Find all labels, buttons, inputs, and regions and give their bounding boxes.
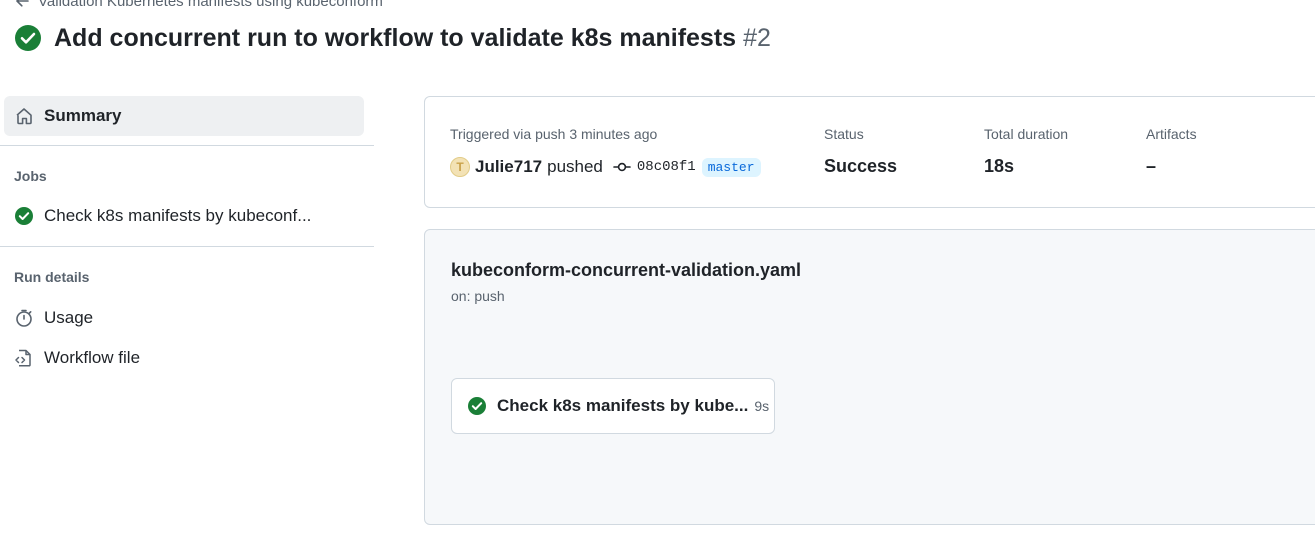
run-details-heading: Run details: [14, 269, 90, 285]
run-number: #2: [743, 23, 771, 52]
back-link[interactable]: Validation Kubernetes manifests using ku…: [14, 0, 383, 11]
commit-sha-link[interactable]: 08c08f1: [637, 159, 696, 175]
workflow-file-name: kubeconform-concurrent-validation.yaml: [451, 260, 802, 280]
duration-label: Total duration: [984, 126, 1069, 142]
job-name: Check k8s manifests by kube...: [497, 396, 749, 415]
avatar[interactable]: T: [450, 157, 470, 177]
sidebar-item-label: Usage: [44, 308, 94, 327]
sidebar-item-job[interactable]: Check k8s manifests by kubeconf...: [14, 204, 311, 228]
back-link-label: Validation Kubernetes manifests using ku…: [38, 0, 383, 10]
sidebar-item-summary[interactable]: Summary: [4, 96, 364, 136]
sidebar-divider: [0, 246, 374, 247]
artifacts-value: –: [1146, 156, 1157, 176]
sidebar-item-usage[interactable]: Usage: [14, 306, 93, 330]
sidebar-item-label: Check k8s manifests by kubeconf...: [44, 206, 312, 225]
git-commit-icon: [613, 161, 631, 173]
trigger-details: T Julie717 pushed 08c08f1 master: [450, 155, 761, 179]
workflow-graph: kubeconform-concurrent-validation.yaml o…: [424, 229, 1315, 525]
artifacts-label: Artifacts: [1146, 126, 1197, 142]
check-circle-icon: [14, 24, 42, 52]
actor-link[interactable]: Julie717: [475, 157, 542, 177]
stopwatch-icon: [16, 309, 32, 327]
sidebar-item-workflow-file[interactable]: Workflow file: [14, 346, 140, 370]
run-title: Add concurrent run to workflow to valida…: [54, 23, 737, 52]
branch-badge[interactable]: master: [701, 157, 761, 177]
check-circle-icon: [15, 207, 33, 225]
workflow-run-page: Validation Kubernetes manifests using ku…: [0, 0, 1315, 544]
triggered-text: Triggered via push 3 minutes ago: [450, 126, 658, 142]
status-label: Status: [824, 126, 864, 142]
sidebar-item-label: Workflow file: [44, 348, 141, 367]
job-duration: 9s: [754, 398, 770, 414]
job-card[interactable]: Check k8s manifests by kube... 9s: [451, 378, 775, 434]
check-circle-icon: [468, 397, 486, 415]
jobs-heading: Jobs: [14, 168, 47, 184]
workflow-trigger: on: push: [451, 288, 505, 304]
run-summary-card: Triggered via push 3 minutes ago T Julie…: [424, 96, 1315, 208]
home-icon: [16, 108, 32, 125]
action-text: pushed: [547, 157, 603, 176]
duration-value: 18s: [984, 156, 1015, 176]
arrow-left-icon: [16, 0, 29, 7]
file-code-icon: [15, 349, 31, 367]
sidebar-item-label: Summary: [44, 106, 122, 125]
status-value: Success: [824, 156, 898, 176]
page-title: Add concurrent run to workflow to valida…: [14, 22, 771, 54]
sidebar-divider: [0, 145, 374, 146]
